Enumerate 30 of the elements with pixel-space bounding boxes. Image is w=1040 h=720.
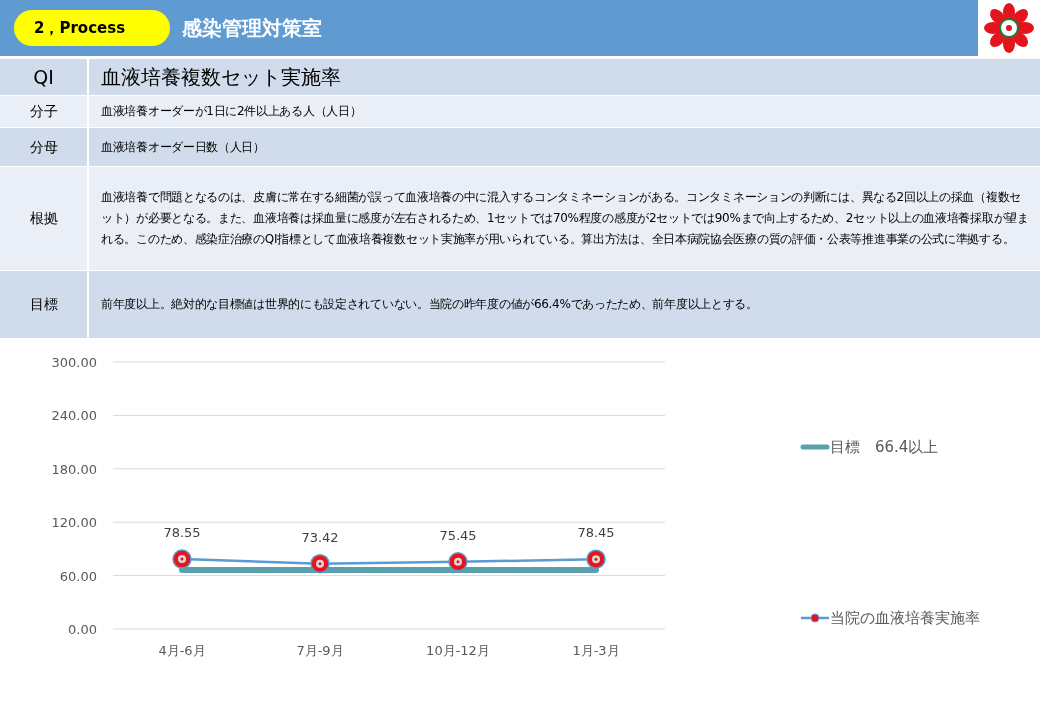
x-axis-label: 10月-12月 (426, 643, 490, 658)
data-label: 78.55 (163, 525, 201, 541)
process-badge: 2，Process (14, 10, 170, 46)
y-axis-label: 300.00 (51, 355, 97, 370)
data-point-marker (586, 549, 606, 569)
x-axis-label: 1月-3月 (572, 643, 620, 658)
header-title: 感染管理対策室 (182, 15, 322, 42)
x-axis-label: 7月-9月 (296, 643, 344, 658)
y-axis-label: 0.00 (68, 622, 97, 637)
y-axis-label: 180.00 (51, 461, 97, 477)
row-text: 前年度以上。絶対的な目標値は世界的にも設定されていない。当院の昨年度の値が66.4%であったため、前年度以上とする。 (100, 296, 759, 313)
y-axis-label: 60.00 (59, 568, 97, 584)
row-text: 血液培養オーダーが1日に2件以上ある人（人日） (100, 103, 363, 120)
qi-title: 血液培養複数セット実施率 (100, 64, 341, 91)
row-text: 血液培養で問題となるのは、皮膚に常在する細菌が誤って血液培養の中に混入するコンタミネーションがある。コンタミネーションの判断には、異なる2回以上の採血（複数セット）が必要となる。また、血液培養は採血量に感度が左右されるため、1セットでは70%程度の感度が2セットでは90%まで向上するため、2セット以上の血液培養採取が望まれる。このため、感染症治療のQI指標として血液培養複数セット実施率が用いられている。算出方法は、全日本病院協会医療の質の評価・公表等推進事業の公式に準拠する。 (100, 189, 1030, 248)
legend-label: 当院の血液培養実施率 (830, 607, 980, 629)
y-axis-label: 120.00 (51, 515, 97, 531)
legend-marker-line-icon (800, 612, 830, 623)
y-axis-label: 240.00 (51, 408, 97, 424)
row-text: 血液培養オーダー日数（人日） (100, 138, 266, 156)
legend-line-icon (800, 442, 830, 453)
data-point-marker (310, 553, 330, 574)
legend-label: 目標 66.4以上 (830, 437, 939, 458)
x-axis-label: 4月-6月 (158, 643, 206, 658)
data-label: 75.45 (439, 527, 477, 543)
data-point-marker (448, 552, 468, 572)
data-point-marker (172, 549, 192, 569)
data-label: 78.45 (577, 525, 615, 541)
data-label: 73.42 (301, 529, 339, 545)
row-label: 目標 (0, 271, 89, 338)
